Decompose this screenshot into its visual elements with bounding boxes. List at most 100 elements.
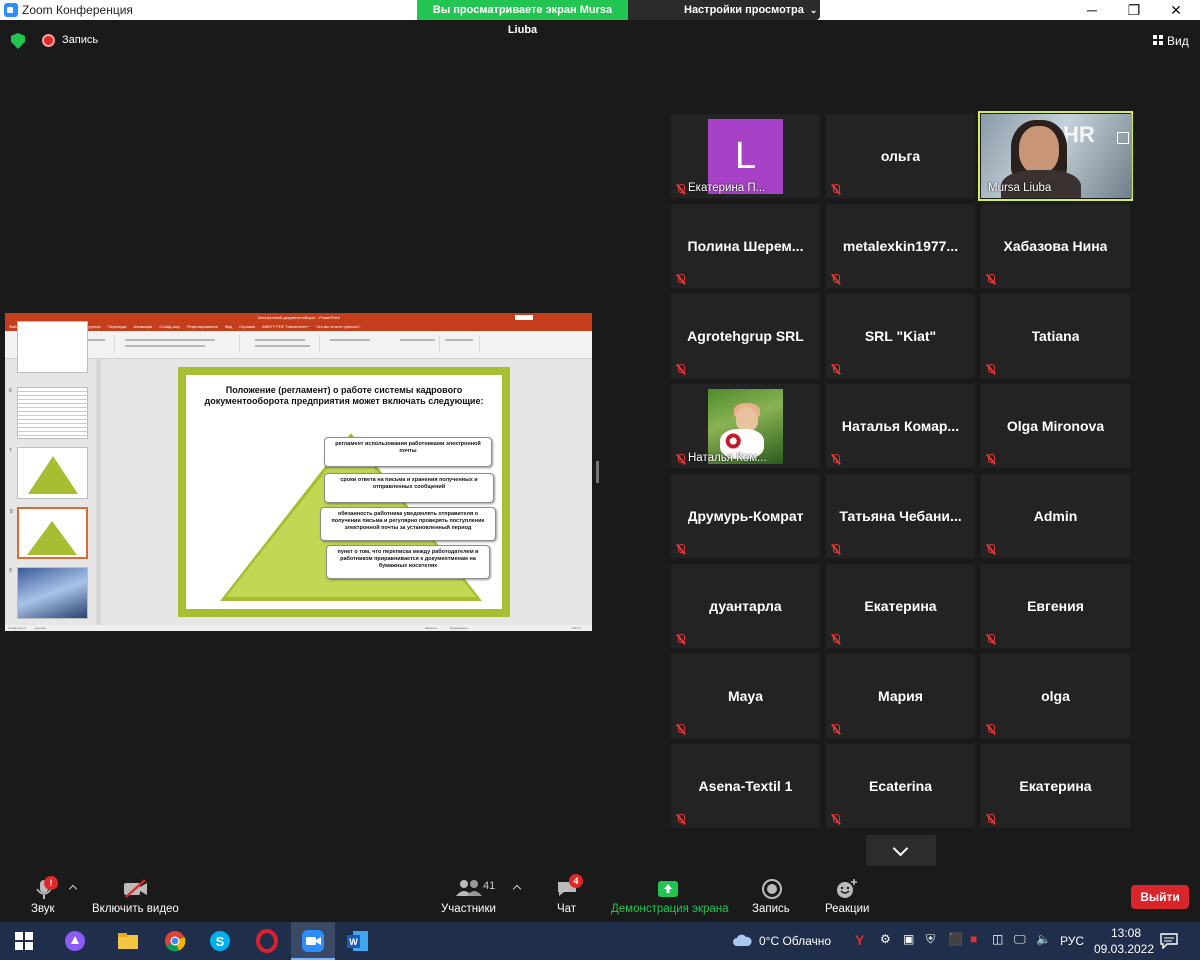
slide-thumbnail-selected[interactable]: 8: [10, 507, 88, 559]
participant-tile[interactable]: Admin: [981, 474, 1130, 558]
participant-name: Mursa Liuba: [988, 182, 1052, 194]
tray-icon[interactable]: ◫: [992, 932, 1003, 946]
participant-tile[interactable]: Ecaterina: [826, 744, 975, 828]
reactions-label: Реакции: [825, 903, 870, 915]
participant-tile[interactable]: Olga Mironova: [981, 384, 1130, 468]
yandex-tray-icon[interactable]: Y: [855, 932, 864, 948]
chat-button[interactable]: 4: [552, 874, 583, 903]
participant-tile[interactable]: Asena-Textil 1: [671, 744, 820, 828]
word-icon[interactable]: W: [346, 929, 370, 953]
weather-text[interactable]: 0°C Облачно: [759, 934, 831, 948]
current-slide: Положение (регламент) о работе системы к…: [178, 367, 510, 617]
participant-tile[interactable]: Maya: [671, 654, 820, 738]
zoom-tray-icon[interactable]: ▣: [903, 932, 914, 946]
participant-tile[interactable]: L Екатерина П...: [671, 114, 820, 198]
slide-thumbnail[interactable]: 9: [9, 567, 88, 619]
network-icon[interactable]: 🖵: [1014, 932, 1026, 947]
leave-meeting-button[interactable]: Выйти: [1131, 885, 1189, 909]
view-options-button[interactable]: Настройки просмотра ⌄: [628, 0, 820, 20]
close-button[interactable]: ✕: [1158, 0, 1194, 20]
participant-tile[interactable]: Наталья Ком...: [671, 384, 820, 468]
slide-text-box: обязанность работника уведомлять отправи…: [320, 507, 496, 541]
thumbnail-scrollbar[interactable]: [96, 359, 101, 625]
gallery-next-page-button[interactable]: [866, 835, 936, 866]
view-button[interactable]: Вид: [1167, 34, 1189, 48]
minimize-button[interactable]: ─: [1074, 0, 1110, 20]
window-title-bar: Zoom Конференция Вы просматриваете экран…: [0, 0, 1200, 36]
participant-tile[interactable]: Друмурь-Комрат: [671, 474, 820, 558]
slide-thumbnail[interactable]: 7: [9, 447, 88, 499]
ppt-ribbon-tab[interactable]: Справка: [239, 324, 255, 329]
file-explorer-icon[interactable]: [116, 929, 140, 953]
participant-tile[interactable]: Tatiana: [981, 294, 1130, 378]
participant-tile[interactable]: дуантарла: [671, 564, 820, 648]
participant-tile[interactable]: Хабазова Нина: [981, 204, 1130, 288]
slide-thumbnail[interactable]: 6: [9, 387, 88, 439]
participant-name: дуантарла: [709, 598, 782, 614]
video-background-text: HR: [1063, 122, 1095, 147]
tray-icon[interactable]: ⚙: [880, 932, 891, 946]
participants-caret-icon[interactable]: [512, 884, 522, 894]
status-notes: Заметки: [425, 626, 437, 630]
participant-name-center: Полина Шерем...: [671, 204, 820, 288]
ppt-ribbon-tab[interactable]: Слайд-шоу: [159, 324, 180, 329]
ppt-ribbon-tab[interactable]: Что вы хотите сделать?: [316, 324, 360, 329]
record-button[interactable]: [760, 877, 784, 901]
clock-time[interactable]: 13:08: [1096, 926, 1156, 940]
zoom-taskbar-icon[interactable]: [301, 929, 325, 953]
share-screen-label: Демонстрация экрана: [611, 903, 729, 915]
layout-splitter-handle[interactable]: [596, 461, 599, 483]
share-screen-button[interactable]: [655, 877, 681, 899]
thumb-number: 7: [9, 448, 12, 454]
skype-icon[interactable]: S: [208, 929, 232, 953]
ppt-ribbon-tab[interactable]: Переходы: [108, 324, 127, 329]
participant-tile[interactable]: SRL "Kiat": [826, 294, 975, 378]
status-zoom: 116 %: [572, 626, 581, 630]
cloud-weather-icon[interactable]: [732, 933, 752, 947]
participant-name: Agrotehgrup SRL: [687, 328, 804, 344]
audio-options-caret-icon[interactable]: [68, 884, 78, 894]
ribbon-line: [330, 339, 370, 341]
tray-icon[interactable]: ⬛: [948, 932, 963, 946]
ppt-ribbon-tab[interactable]: Вид: [225, 324, 232, 329]
participant-name: Татьяна Чебани...: [839, 508, 962, 524]
security-tray-icon[interactable]: ⛨: [926, 932, 935, 947]
grid-view-icon[interactable]: [1153, 35, 1164, 46]
antivirus-tray-icon[interactable]: ■: [970, 932, 977, 946]
participant-name-center: Olga Mironova: [981, 384, 1130, 468]
participant-tile[interactable]: Наталья Комар...: [826, 384, 975, 468]
encryption-shield-icon[interactable]: [11, 33, 25, 49]
participant-name-center: metalexkin1977...: [826, 204, 975, 288]
participant-tile[interactable]: Екатерина: [981, 744, 1130, 828]
chrome-icon[interactable]: [163, 929, 187, 953]
ppt-ribbon-tab[interactable]: ABBYY PDF Transformer+: [262, 324, 309, 329]
ppt-ribbon-tab[interactable]: Анимация: [134, 324, 153, 329]
maximize-button[interactable]: ❐: [1116, 0, 1152, 20]
windows-start-icon[interactable]: [12, 929, 36, 953]
participant-tile[interactable]: olga: [981, 654, 1130, 738]
ppt-status-bar: Слайд 8 из 9 русский Заметки Примечания …: [5, 625, 592, 631]
ppt-ribbon-tab[interactable]: Рецензирование: [187, 324, 218, 329]
participant-tile[interactable]: Мария: [826, 654, 975, 738]
participant-tile[interactable]: metalexkin1977...: [826, 204, 975, 288]
participant-tile[interactable]: Полина Шерем...: [671, 204, 820, 288]
participant-tile[interactable]: Татьяна Чебани...: [826, 474, 975, 558]
participant-name: Мария: [878, 688, 923, 704]
muted-microphone-icon: [986, 364, 995, 375]
reactions-button[interactable]: [834, 877, 860, 901]
volume-icon[interactable]: 🔈: [1036, 932, 1051, 946]
input-language[interactable]: РУС: [1060, 934, 1084, 948]
slide-thumbnail[interactable]: [17, 321, 88, 373]
opera-icon[interactable]: [255, 929, 279, 953]
video-button[interactable]: [115, 877, 155, 903]
participant-tile[interactable]: Agrotehgrup SRL: [671, 294, 820, 378]
notifications-icon[interactable]: [1160, 933, 1178, 949]
participant-tile[interactable]: Евгения: [981, 564, 1130, 648]
participant-tile[interactable]: Екатерина: [826, 564, 975, 648]
clock-date[interactable]: 09.03.2022: [1091, 942, 1157, 956]
participant-tile[interactable]: HR Mursa Liuba: [978, 111, 1133, 201]
participant-tile[interactable]: ольга: [826, 114, 975, 198]
video-off-icon: [124, 879, 147, 898]
alice-assistant-icon[interactable]: [63, 929, 87, 953]
video-label: Включить видео: [92, 903, 179, 915]
